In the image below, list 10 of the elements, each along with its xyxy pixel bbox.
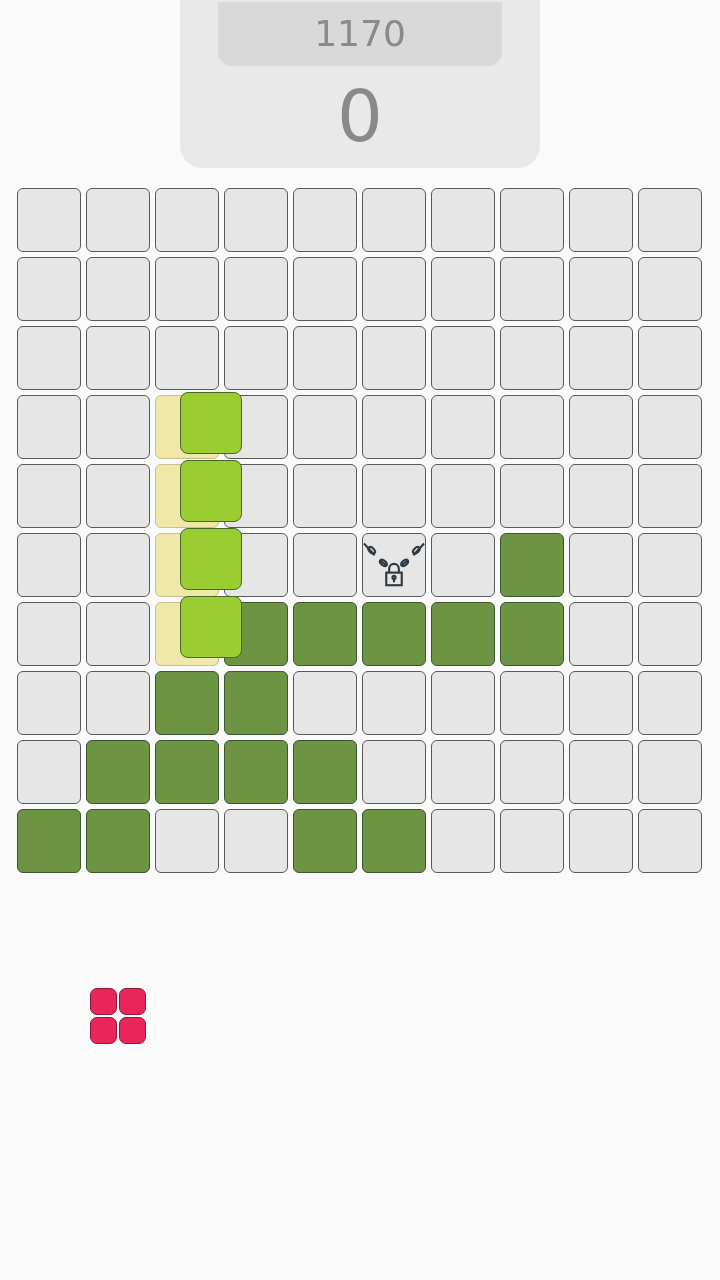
dragged-block[interactable]: [180, 528, 242, 590]
tray-block[interactable]: [119, 1017, 146, 1044]
tray-block[interactable]: [119, 988, 146, 1015]
tray-block[interactable]: [90, 988, 117, 1015]
best-score: 1170: [218, 2, 502, 66]
tray-block[interactable]: [90, 1017, 117, 1044]
dragged-block[interactable]: [180, 596, 242, 658]
current-score: 0: [336, 73, 384, 160]
dragged-block[interactable]: [180, 460, 242, 522]
dragged-block[interactable]: [180, 392, 242, 454]
